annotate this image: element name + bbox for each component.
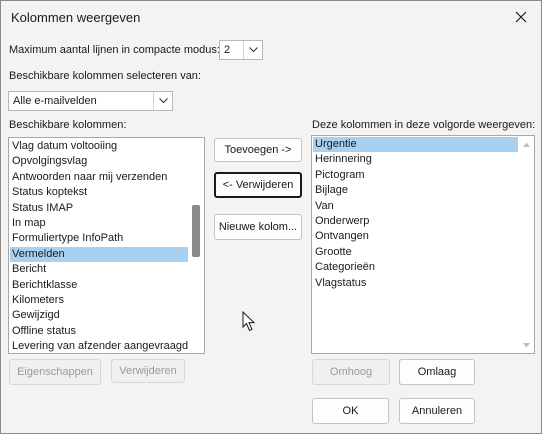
- properties-button[interactable]: Eigenschappen: [9, 359, 101, 385]
- close-icon: [515, 11, 527, 23]
- available-columns-label: Beschikbare kolommen:: [9, 119, 127, 131]
- list-item[interactable]: Status IMAP: [10, 201, 188, 216]
- close-button[interactable]: [509, 6, 533, 28]
- list-item[interactable]: Vermelden: [10, 246, 188, 263]
- max-lines-label: Maximum aantal lijnen in compacte modus:: [9, 44, 220, 56]
- list-item[interactable]: Formuliertype InfoPath: [10, 231, 188, 246]
- list-item[interactable]: Vlagstatus: [313, 276, 518, 291]
- list-item[interactable]: Bijlage: [313, 183, 518, 198]
- list-item[interactable]: Grootte: [313, 245, 518, 260]
- scroll-up-icon[interactable]: [519, 137, 533, 151]
- list-item[interactable]: Status koptekst: [10, 185, 188, 200]
- new-column-button[interactable]: Nieuwe kolom...: [214, 214, 302, 240]
- dialog-window: Kolommen weergeven Maximum aantal lijnen…: [0, 0, 542, 434]
- available-scrollbar[interactable]: [189, 139, 203, 352]
- list-item[interactable]: Ontvangen: [313, 229, 518, 244]
- list-item[interactable]: Antwoorden naar mij verzenden: [10, 170, 188, 185]
- list-item[interactable]: Categorieën: [313, 260, 518, 275]
- window-title: Kolommen weergeven: [11, 10, 141, 25]
- delete-button[interactable]: Verwijderen: [111, 359, 185, 383]
- max-lines-value: 2: [224, 44, 231, 56]
- list-item[interactable]: Urgentie: [313, 137, 518, 153]
- remove-button[interactable]: <- Verwijderen: [214, 172, 302, 198]
- list-item[interactable]: Vlag datum voltooiing: [10, 139, 188, 154]
- list-item[interactable]: Onderwerp: [313, 214, 518, 229]
- list-item[interactable]: Opvolgingsvlag: [10, 154, 188, 169]
- list-item[interactable]: Herinnering: [313, 152, 518, 167]
- add-button[interactable]: Toevoegen ->: [214, 138, 302, 162]
- list-item[interactable]: Levering van afzender aangevraagd: [10, 339, 188, 353]
- list-item[interactable]: In map: [10, 216, 188, 231]
- list-item[interactable]: Van: [313, 199, 518, 214]
- shown-columns-items: Urgentie Herinnering Pictogram Bijlage Van On…: [313, 137, 518, 291]
- max-lines-dropdown[interactable]: 2: [219, 40, 263, 60]
- list-item[interactable]: Berichtklasse: [10, 278, 188, 293]
- available-columns-items: Vlag datum voltooiing Opvolgingsvlag Antwo…: [10, 139, 188, 353]
- list-item[interactable]: Bericht: [10, 262, 188, 277]
- select-from-dropdown[interactable]: Alle e-mailvelden: [8, 91, 173, 111]
- chevron-down-icon: [243, 41, 262, 59]
- list-item[interactable]: Pictogram: [313, 168, 518, 183]
- cancel-button[interactable]: Annuleren: [399, 398, 475, 424]
- list-item[interactable]: Gewijzigd: [10, 308, 188, 323]
- move-up-button[interactable]: Omhoog: [312, 359, 390, 385]
- list-item[interactable]: Kilometers: [10, 293, 188, 308]
- scrollbar-thumb[interactable]: [192, 205, 200, 257]
- select-from-label: Beschikbare kolommen selecteren van:: [9, 70, 201, 82]
- title-bar: Kolommen weergeven: [1, 1, 541, 35]
- scroll-down-icon[interactable]: [519, 338, 533, 352]
- ok-button[interactable]: OK: [312, 398, 389, 424]
- move-down-button[interactable]: Omlaag: [399, 359, 475, 385]
- available-columns-list[interactable]: Vlag datum voltooiing Opvolgingsvlag Antwo…: [8, 137, 205, 354]
- select-from-value: Alle e-mailvelden: [13, 95, 97, 107]
- shown-scrollbar[interactable]: [519, 137, 533, 352]
- chevron-down-icon: [153, 92, 172, 110]
- list-item[interactable]: Offline status: [10, 324, 188, 339]
- shown-columns-list[interactable]: Urgentie Herinnering Pictogram Bijlage Van On…: [311, 135, 535, 354]
- mouse-pointer-icon: [242, 311, 256, 332]
- shown-columns-label: Deze kolommen in deze volgorde weergeven…: [312, 119, 536, 131]
